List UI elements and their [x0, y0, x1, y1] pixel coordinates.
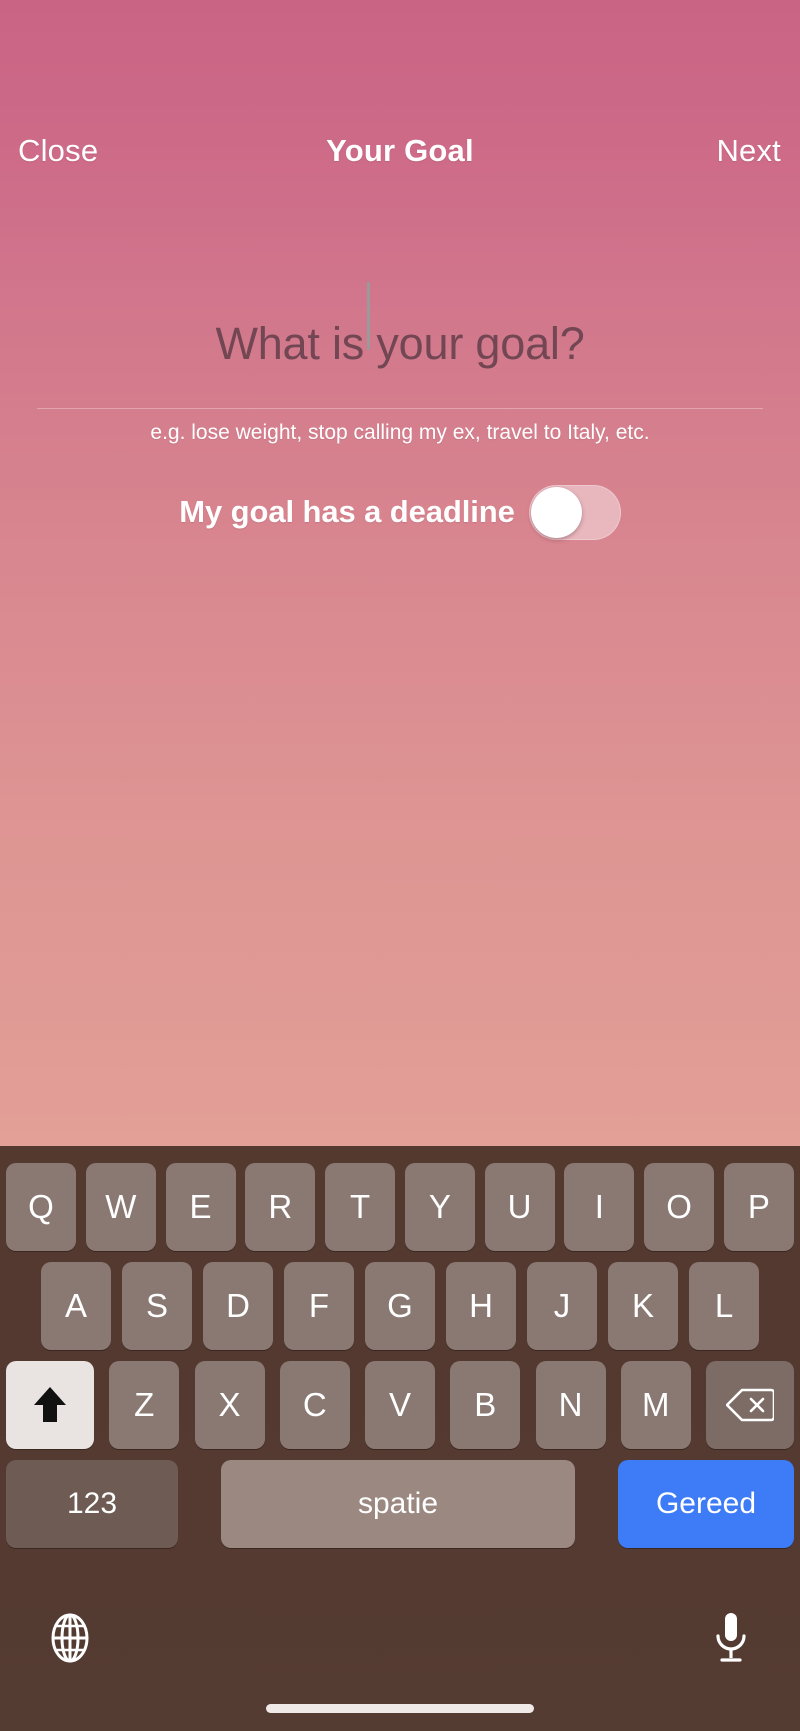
close-button[interactable]: Close	[18, 133, 98, 169]
key-y[interactable]: Y	[404, 1163, 475, 1251]
keyboard-row-2: A S D F G H J K L	[0, 1262, 800, 1350]
dictation-key[interactable]	[708, 1610, 754, 1666]
key-u[interactable]: U	[484, 1163, 555, 1251]
key-q[interactable]: Q	[6, 1163, 76, 1251]
goal-input-placeholder: What is your goal?	[215, 318, 585, 369]
key-j[interactable]: J	[527, 1262, 597, 1350]
shift-arrow-up-icon	[34, 1387, 66, 1422]
key-l[interactable]: L	[689, 1262, 759, 1350]
deadline-toggle[interactable]	[528, 484, 621, 540]
onscreen-keyboard: Q W E R T Y U I O P A S D F G H J K L Z …	[0, 1146, 800, 1731]
key-o[interactable]: O	[644, 1163, 715, 1251]
keyboard-row-4: 123 spatie Gereed	[0, 1460, 800, 1548]
key-v[interactable]: V	[365, 1361, 435, 1449]
backspace-delete-icon	[726, 1388, 774, 1422]
shift-key[interactable]	[6, 1361, 94, 1449]
key-m[interactable]: M	[620, 1361, 691, 1449]
globe-key[interactable]	[44, 1612, 96, 1664]
deadline-label: My goal has a deadline	[179, 494, 515, 529]
next-button[interactable]: Next	[716, 133, 781, 169]
page-title: Your Goal	[326, 133, 474, 168]
keyboard-row-3: Z X C V B N M	[0, 1361, 800, 1449]
backspace-key[interactable]	[706, 1361, 794, 1449]
key-k[interactable]: K	[608, 1262, 678, 1350]
key-p[interactable]: P	[723, 1163, 794, 1251]
navigation-bar: Close Your Goal Next	[0, 118, 800, 184]
key-d[interactable]: D	[203, 1262, 273, 1350]
key-w[interactable]: W	[85, 1163, 156, 1251]
goal-setup-screen: Close Your Goal Next What is your goal? …	[0, 0, 800, 1146]
key-f[interactable]: F	[284, 1262, 354, 1350]
input-underline-divider	[37, 408, 763, 409]
key-z[interactable]: Z	[109, 1361, 180, 1449]
toggle-knob	[530, 486, 582, 538]
key-c[interactable]: C	[279, 1361, 350, 1449]
done-key[interactable]: Gereed	[618, 1460, 794, 1548]
goal-input-hint: e.g. lose weight, stop calling my ex, tr…	[150, 421, 650, 444]
space-key[interactable]: spatie	[221, 1460, 575, 1548]
keyboard-row-1: Q W E R T Y U I O P	[0, 1163, 800, 1251]
key-t[interactable]: T	[325, 1163, 396, 1251]
goal-input[interactable]: What is your goal?	[0, 280, 800, 408]
key-b[interactable]: B	[450, 1361, 521, 1449]
phone-screen: Close Your Goal Next What is your goal? …	[0, 0, 800, 1731]
text-cursor	[367, 282, 370, 350]
key-n[interactable]: N	[535, 1361, 606, 1449]
key-h[interactable]: H	[446, 1262, 516, 1350]
home-indicator	[266, 1704, 534, 1713]
numbers-key[interactable]: 123	[6, 1460, 178, 1548]
key-s[interactable]: S	[122, 1262, 192, 1350]
key-i[interactable]: I	[564, 1163, 635, 1251]
globe-language-icon	[51, 1613, 89, 1663]
key-a[interactable]: A	[41, 1262, 111, 1350]
key-g[interactable]: G	[365, 1262, 435, 1350]
key-e[interactable]: E	[165, 1163, 236, 1251]
keyboard-bottom-bar	[0, 1560, 800, 1731]
key-x[interactable]: X	[194, 1361, 265, 1449]
microphone-dictation-icon	[716, 1613, 746, 1662]
deadline-row: My goal has a deadline	[0, 483, 800, 541]
key-r[interactable]: R	[245, 1163, 316, 1251]
